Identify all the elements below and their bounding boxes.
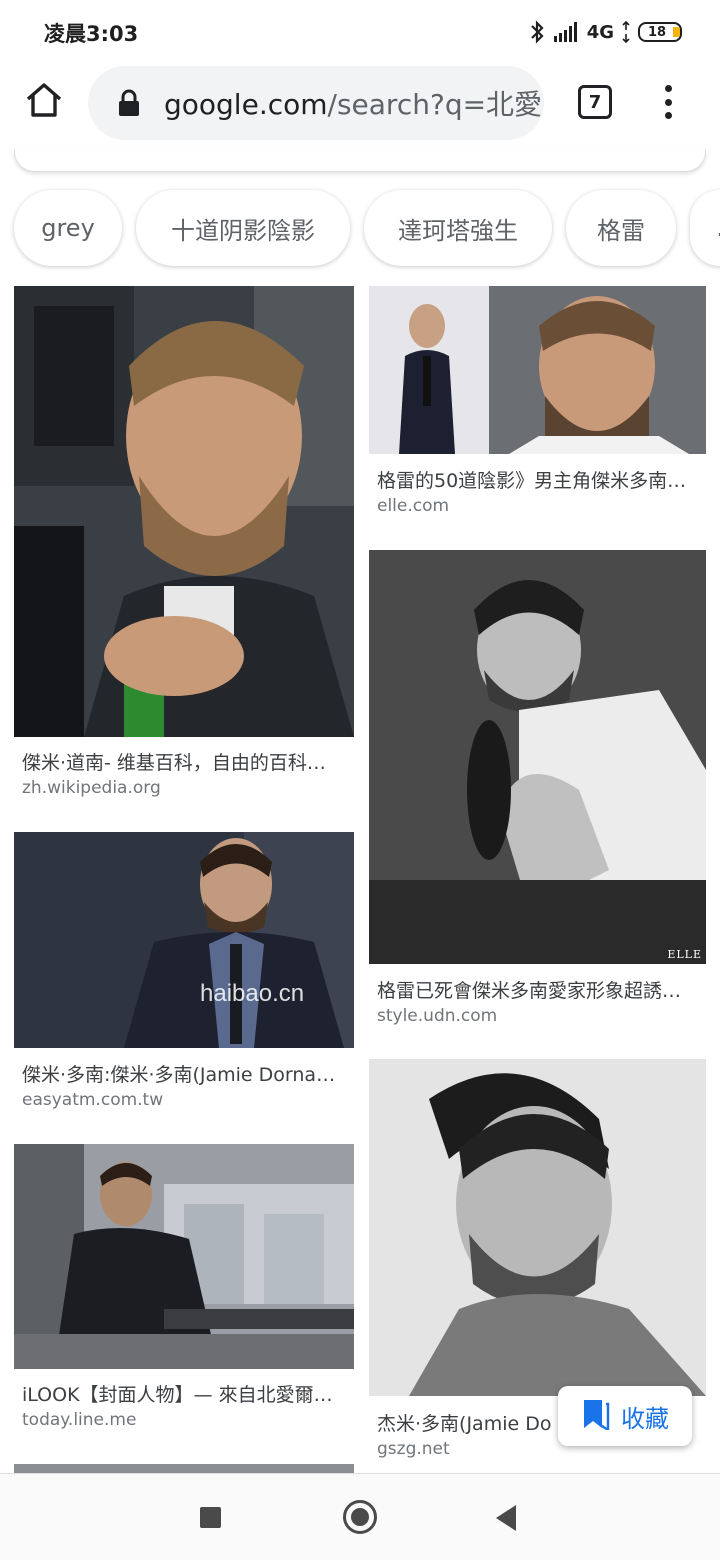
bluetooth-icon	[529, 20, 545, 44]
back-icon[interactable]	[496, 1505, 516, 1531]
result-thumbnail[interactable]	[369, 550, 706, 964]
result-thumbnail[interactable]	[369, 286, 706, 454]
network-type: 4G	[586, 21, 614, 43]
url-text: google.com/search?q=北愛	[164, 83, 542, 123]
result-source: today.line.me	[22, 1410, 137, 1430]
save-label: 收藏	[621, 1404, 669, 1433]
data-arrows-icon	[622, 21, 630, 43]
status-icons: 4G 18	[529, 18, 682, 46]
image-result[interactable]: ELLE 格雷已死會傑米多南愛家形象超誘… style.udn.com	[369, 550, 706, 1030]
result-title[interactable]: 傑米·道南- 维基百科，自由的百科…	[22, 748, 346, 775]
home-icon	[25, 82, 63, 122]
result-source: style.udn.com	[377, 1006, 498, 1026]
result-title[interactable]: 格雷的50道陰影》男主角傑米多南…	[377, 466, 698, 493]
search-box-edge	[14, 150, 706, 172]
url-host: google.com	[164, 88, 328, 121]
result-title[interactable]: 傑米·多南:傑米·多南(Jamie Dorna…	[22, 1060, 346, 1087]
system-nav-bar	[0, 1473, 720, 1560]
battery-icon: 18	[638, 22, 682, 42]
tab-switcher-button[interactable]: 7	[578, 85, 612, 119]
tab-count: 7	[588, 91, 602, 113]
browser-toolbar: google.com/search?q=北愛 7	[0, 64, 720, 146]
result-thumbnail[interactable]	[369, 1059, 706, 1396]
home-circle-icon[interactable]	[343, 1500, 377, 1534]
next-result-edge	[14, 1464, 354, 1473]
chip-grey-zh[interactable]: 格雷	[566, 190, 676, 266]
related-search-chips: grey 十道阴影陰影 達珂塔強生 格雷 .	[14, 190, 720, 266]
signal-icon	[553, 21, 579, 43]
home-button[interactable]	[22, 80, 66, 124]
image-result[interactable]: 傑米·道南- 维基百科，自由的百科… zh.wikipedia.org	[14, 286, 354, 806]
result-thumbnail[interactable]	[14, 832, 354, 1048]
overflow-menu-icon[interactable]	[656, 82, 680, 122]
status-bar: 凌晨3:03 4G 18	[0, 0, 720, 64]
battery-level: 18	[647, 24, 667, 40]
result-source: elle.com	[377, 496, 450, 516]
result-title[interactable]: 杰米·多南(Jamie Do	[377, 1409, 556, 1436]
haibao-watermark: haibao.cn	[200, 980, 305, 1007]
result-source: gszg.net	[377, 1439, 450, 1459]
chip-more[interactable]: .	[690, 190, 720, 266]
url-path: /search?q=北愛	[327, 88, 543, 121]
save-button[interactable]: 收藏	[558, 1386, 692, 1446]
address-bar[interactable]: google.com/search?q=北愛	[88, 66, 544, 140]
image-result[interactable]: 格雷的50道陰影》男主角傑米多南… elle.com	[369, 286, 706, 526]
result-title[interactable]: iLOOK【封面人物】— 來自北愛爾…	[22, 1380, 346, 1407]
lock-icon	[118, 88, 144, 118]
image-result[interactable]: iLOOK【封面人物】— 來自北愛爾… today.line.me	[14, 1144, 354, 1434]
result-thumbnail[interactable]	[14, 286, 354, 737]
image-result[interactable]: haibao.cn 傑米·多南:傑米·多南(Jamie Dorna… easya…	[14, 832, 354, 1118]
status-time: 凌晨3:03	[44, 22, 139, 46]
chip-grey[interactable]: grey	[14, 190, 122, 266]
elle-watermark: ELLE	[667, 948, 702, 961]
result-source: zh.wikipedia.org	[22, 778, 161, 798]
browser-page: 凌晨3:03 4G 18 google.com/search?q=北愛 7 gr…	[0, 0, 720, 1560]
result-thumbnail[interactable]	[14, 1144, 354, 1369]
recents-icon[interactable]	[200, 1507, 221, 1528]
chip-fifty-shades[interactable]: 十道阴影陰影	[136, 190, 350, 266]
result-title[interactable]: 格雷已死會傑米多南愛家形象超誘…	[377, 976, 698, 1003]
bookmark-icon	[581, 1398, 611, 1434]
chip-dakota-johnson[interactable]: 達珂塔強生	[364, 190, 552, 266]
result-source: easyatm.com.tw	[22, 1090, 164, 1110]
